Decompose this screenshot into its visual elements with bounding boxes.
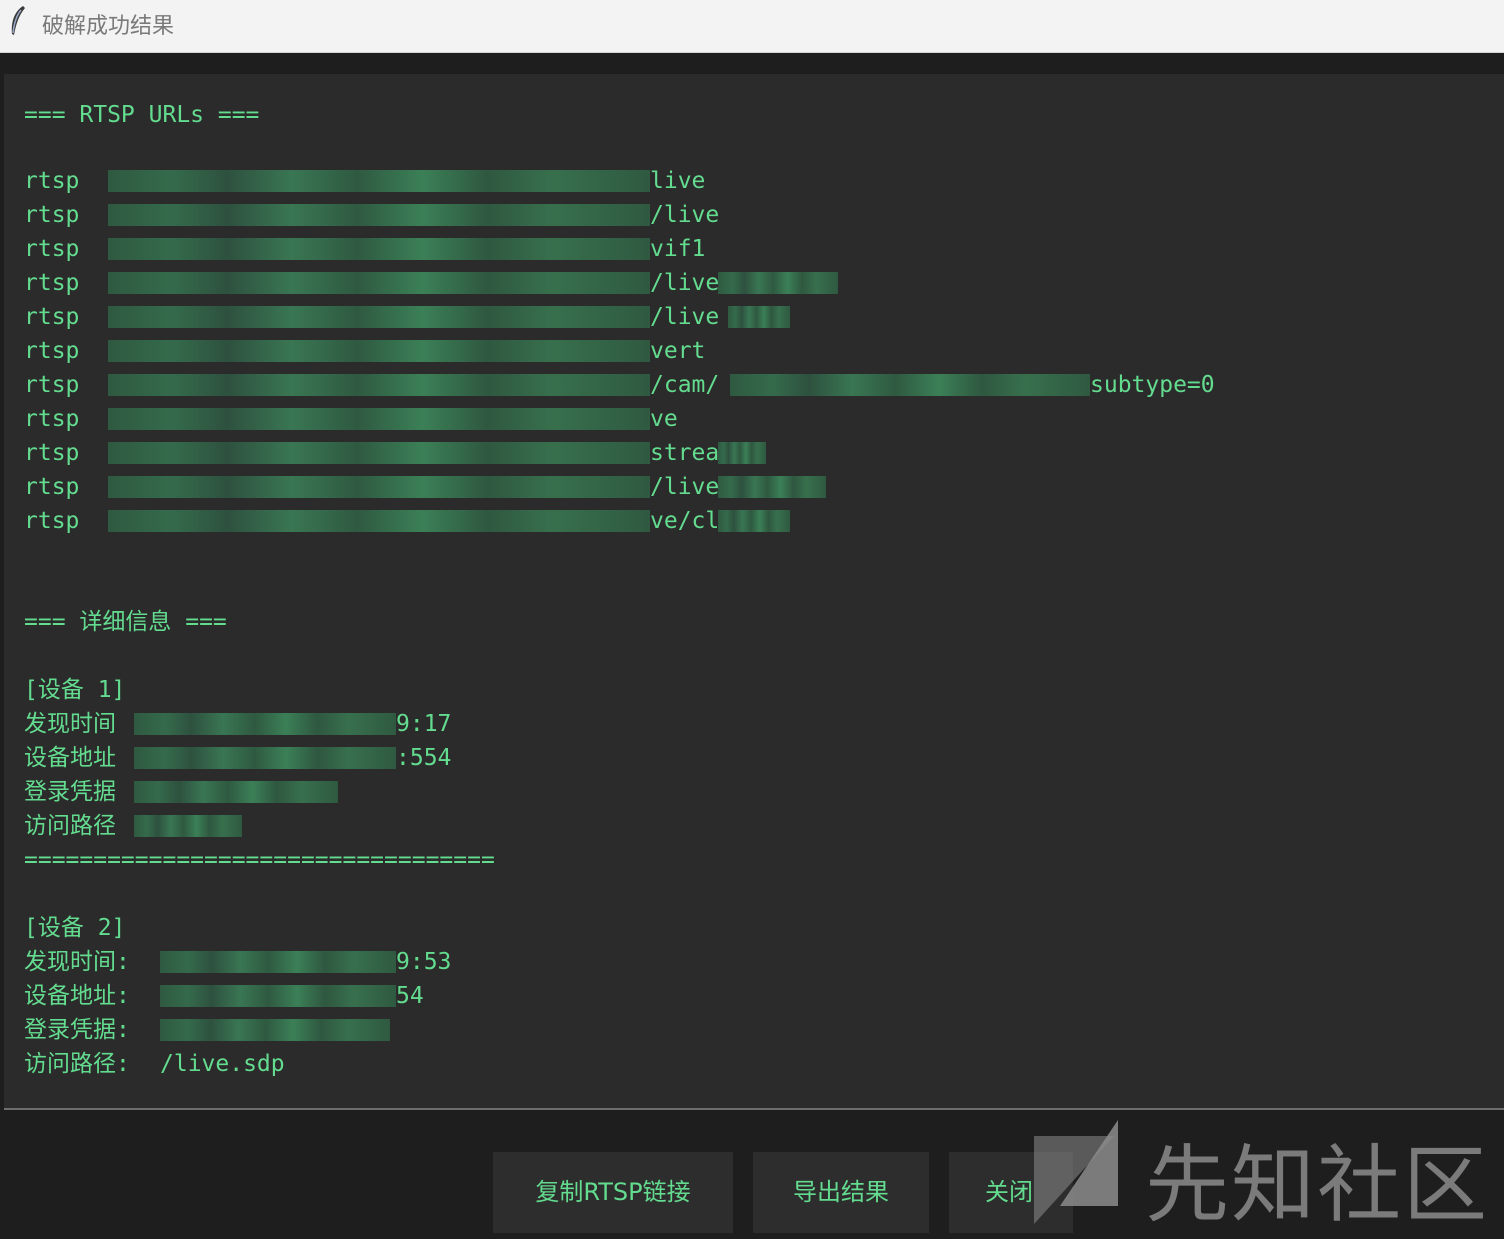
address-value: 54 bbox=[396, 983, 424, 1009]
redacted-block bbox=[718, 442, 766, 464]
redacted-block bbox=[108, 442, 650, 464]
address-label: 设备地址 bbox=[24, 745, 116, 771]
title-bar: 破解成功结果 bbox=[0, 0, 1504, 53]
url-suffix: ve bbox=[650, 406, 678, 432]
url-line: rtsp bbox=[24, 270, 80, 296]
url-line: rtsp bbox=[24, 508, 80, 534]
url-suffix: /live bbox=[650, 270, 720, 296]
watermark-text: 先知社区 bbox=[1145, 1136, 1490, 1234]
redacted-block bbox=[134, 747, 396, 769]
found-time-label: 发现时间 bbox=[24, 711, 116, 737]
path-value: /live.sdp bbox=[160, 1051, 285, 1077]
url-suffix: /live bbox=[650, 304, 720, 330]
redacted-block bbox=[108, 408, 650, 430]
url-suffix: strea bbox=[650, 440, 720, 466]
credentials-label: 登录凭据 bbox=[24, 779, 116, 805]
redacted-block bbox=[108, 306, 650, 328]
url-line: rtsp bbox=[24, 338, 80, 364]
redacted-block bbox=[134, 713, 396, 735]
device-label: [设备 1] bbox=[24, 677, 126, 703]
url-line: rtsp bbox=[24, 202, 80, 228]
url-suffix: vert bbox=[650, 338, 706, 364]
url-suffix: live bbox=[650, 168, 706, 194]
path-label: 访问路径 bbox=[24, 813, 116, 839]
copy-rtsp-button[interactable]: 复制RTSP链接 bbox=[493, 1152, 733, 1233]
url-suffix: /live bbox=[650, 474, 720, 500]
redacted-block bbox=[108, 272, 650, 294]
device-label: [设备 2] bbox=[24, 915, 126, 941]
redacted-block bbox=[134, 815, 242, 837]
url-suffix: ve/cl bbox=[650, 508, 720, 534]
url-line: rtsp bbox=[24, 406, 80, 432]
redacted-block bbox=[134, 781, 338, 803]
export-results-button[interactable]: 导出结果 bbox=[753, 1152, 929, 1233]
url-suffix: /cam/ bbox=[650, 372, 720, 398]
url-suffix-subtype: subtype=0 bbox=[1090, 372, 1215, 398]
redacted-block bbox=[718, 476, 826, 498]
redacted-block bbox=[160, 985, 396, 1007]
url-line: rtsp bbox=[24, 236, 80, 262]
redacted-block bbox=[718, 272, 838, 294]
redacted-block bbox=[718, 510, 790, 532]
redacted-block bbox=[160, 951, 396, 973]
redacted-block bbox=[108, 238, 650, 260]
url-line: rtsp bbox=[24, 372, 80, 398]
redacted-block bbox=[108, 510, 650, 532]
url-suffix: vif1 bbox=[650, 236, 706, 262]
redacted-block bbox=[730, 374, 1090, 396]
found-time-value: 9:17 bbox=[396, 711, 452, 737]
path-label: 访问路径: bbox=[24, 1051, 130, 1077]
address-label: 设备地址: bbox=[24, 983, 130, 1009]
url-line: rtsp bbox=[24, 474, 80, 500]
urls-header: === RTSP URLs === bbox=[24, 102, 260, 128]
feather-icon bbox=[11, 6, 25, 35]
redacted-block bbox=[108, 340, 650, 362]
redacted-block bbox=[728, 306, 790, 328]
window-title: 破解成功结果 bbox=[42, 14, 175, 39]
redacted-block bbox=[108, 476, 650, 498]
window-frame bbox=[0, 53, 1504, 74]
result-text-area[interactable]: === RTSP URLs === rtsp live rtsp /live r… bbox=[4, 74, 1504, 1110]
url-line: rtsp bbox=[24, 304, 80, 330]
url-suffix: /live bbox=[650, 202, 720, 228]
credentials-label: 登录凭据: bbox=[24, 1017, 130, 1043]
url-line: rtsp bbox=[24, 440, 80, 466]
redacted-block bbox=[108, 204, 650, 226]
redacted-block bbox=[160, 1019, 390, 1041]
details-header: === 详细信息 === bbox=[24, 609, 227, 635]
url-line: rtsp bbox=[24, 168, 80, 194]
separator: ================================== bbox=[24, 847, 495, 873]
found-time-label: 发现时间: bbox=[24, 949, 130, 975]
address-value: :554 bbox=[396, 745, 452, 771]
found-time-value: 9:53 bbox=[396, 949, 452, 975]
redacted-block bbox=[108, 374, 650, 396]
redacted-block bbox=[108, 170, 650, 192]
